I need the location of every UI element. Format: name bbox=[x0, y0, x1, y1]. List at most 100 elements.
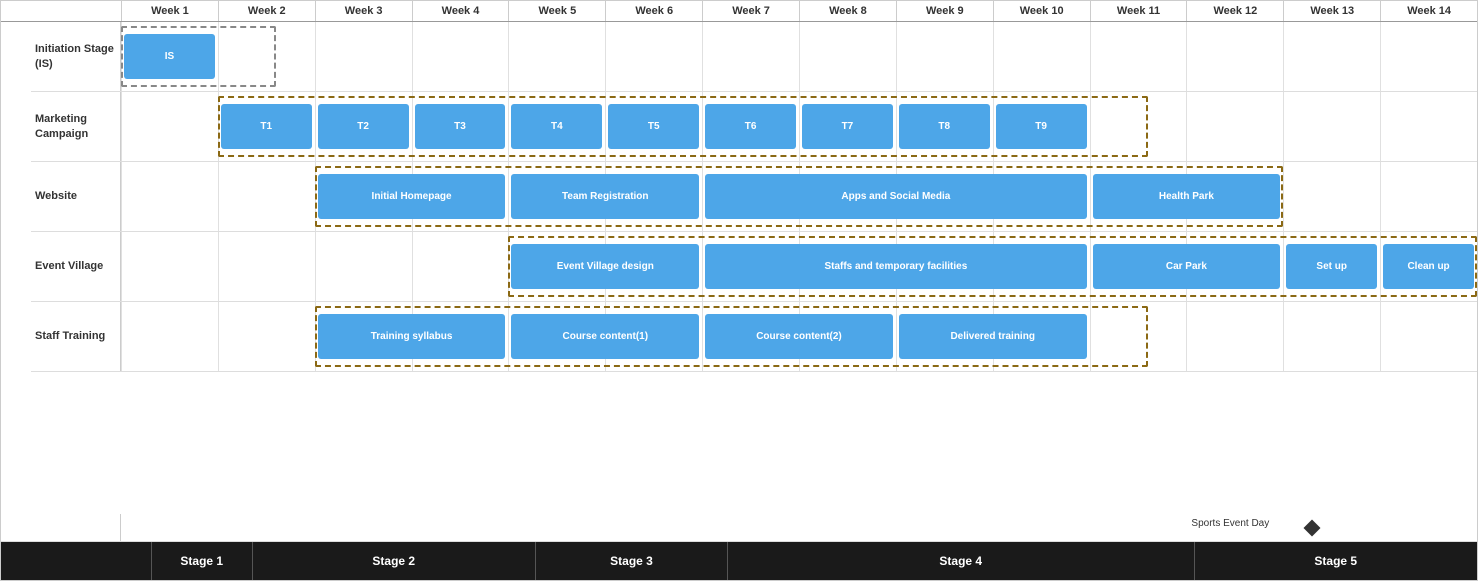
gantt-footer: Stage 1Stage 2Stage 3Stage 4Stage 5 bbox=[1, 542, 1477, 580]
row-label-stafftraining: Staff Training bbox=[31, 302, 121, 371]
grid-col-website-10 bbox=[993, 162, 1090, 231]
grid-col-website-7 bbox=[702, 162, 799, 231]
grid-col-initiation-14 bbox=[1380, 22, 1477, 91]
rows-container: Initiation Stage (IS)ISMarketing Campaig… bbox=[31, 22, 1477, 514]
grid-col-marketing-4 bbox=[412, 92, 509, 161]
grid-col-stafftraining-8 bbox=[799, 302, 896, 371]
workstreams-label bbox=[1, 22, 31, 514]
grid-col-stafftraining-4 bbox=[412, 302, 509, 371]
grid-col-eventvillage-9 bbox=[896, 232, 993, 301]
row-grid-marketing: T1T2T3T4T5T6T7T8T9 bbox=[121, 92, 1477, 161]
row-grid-eventvillage: Event Village designStaffs and temporary… bbox=[121, 232, 1477, 301]
week-header-10: Week 10 bbox=[993, 1, 1090, 21]
grid-col-marketing-11 bbox=[1090, 92, 1187, 161]
grid-col-eventvillage-12 bbox=[1186, 232, 1283, 301]
week-header-6: Week 6 bbox=[605, 1, 702, 21]
sports-event-label: Sports Event Day bbox=[1191, 518, 1269, 529]
grid-col-website-5 bbox=[508, 162, 605, 231]
gantt-header: Week 1Week 2Week 3Week 4Week 5Week 6Week… bbox=[1, 1, 1477, 22]
week-headers: Week 1Week 2Week 3Week 4Week 5Week 6Week… bbox=[121, 1, 1477, 21]
grid-col-marketing-10 bbox=[993, 92, 1090, 161]
grid-col-stafftraining-7 bbox=[702, 302, 799, 371]
grid-col-website-3 bbox=[315, 162, 412, 231]
week-header-9: Week 9 bbox=[896, 1, 993, 21]
grid-col-stafftraining-1 bbox=[121, 302, 218, 371]
row-grid-website: Initial HomepageTeam RegistrationApps an… bbox=[121, 162, 1477, 231]
gantt-body: Initiation Stage (IS)ISMarketing Campaig… bbox=[1, 22, 1477, 514]
grid-col-marketing-12 bbox=[1186, 92, 1283, 161]
grid-col-stafftraining-6 bbox=[605, 302, 702, 371]
grid-col-website-14 bbox=[1380, 162, 1477, 231]
stage-stage-5: Stage 5 bbox=[1194, 542, 1478, 580]
sports-label-space bbox=[31, 514, 121, 541]
grid-col-website-4 bbox=[412, 162, 509, 231]
grid-col-initiation-10 bbox=[993, 22, 1090, 91]
grid-col-eventvillage-7 bbox=[702, 232, 799, 301]
grid-col-marketing-9 bbox=[896, 92, 993, 161]
week-header-3: Week 3 bbox=[315, 1, 412, 21]
row-label-initiation: Initiation Stage (IS) bbox=[31, 22, 121, 91]
week-header-12: Week 12 bbox=[1186, 1, 1283, 21]
grid-col-marketing-1 bbox=[121, 92, 218, 161]
grid-col-eventvillage-4 bbox=[412, 232, 509, 301]
sports-event-diamond bbox=[1304, 520, 1321, 537]
row-initiation: Initiation Stage (IS)IS bbox=[31, 22, 1477, 92]
sports-event-row: Sports Event Day bbox=[1, 514, 1477, 542]
stage-stage-2: Stage 2 bbox=[252, 542, 536, 580]
grid-col-marketing-6 bbox=[605, 92, 702, 161]
grid-col-initiation-5 bbox=[508, 22, 605, 91]
grid-col-stafftraining-14 bbox=[1380, 302, 1477, 371]
grid-col-initiation-1 bbox=[121, 22, 218, 91]
grid-col-website-2 bbox=[218, 162, 315, 231]
grid-col-eventvillage-5 bbox=[508, 232, 605, 301]
stage-stage-1: Stage 1 bbox=[151, 542, 252, 580]
grid-col-marketing-7 bbox=[702, 92, 799, 161]
grid-col-stafftraining-11 bbox=[1090, 302, 1187, 371]
grid-col-eventvillage-1 bbox=[121, 232, 218, 301]
row-stafftraining: Staff TrainingTraining syllabusCourse co… bbox=[31, 302, 1477, 372]
grid-col-website-8 bbox=[799, 162, 896, 231]
week-header-11: Week 11 bbox=[1090, 1, 1187, 21]
row-label-eventvillage: Event Village bbox=[31, 232, 121, 301]
grid-col-website-13 bbox=[1283, 162, 1380, 231]
grid-col-stafftraining-3 bbox=[315, 302, 412, 371]
grid-col-website-11 bbox=[1090, 162, 1187, 231]
grid-col-marketing-13 bbox=[1283, 92, 1380, 161]
grid-col-eventvillage-2 bbox=[218, 232, 315, 301]
footer-label-space bbox=[31, 542, 151, 580]
grid-col-website-12 bbox=[1186, 162, 1283, 231]
stage-stage-3: Stage 3 bbox=[535, 542, 727, 580]
grid-col-initiation-13 bbox=[1283, 22, 1380, 91]
row-marketing: Marketing CampaignT1T2T3T4T5T6T7T8T9 bbox=[31, 92, 1477, 162]
header-label-spacer bbox=[1, 1, 121, 21]
gantt-chart: Week 1Week 2Week 3Week 4Week 5Week 6Week… bbox=[0, 0, 1478, 581]
week-header-13: Week 13 bbox=[1283, 1, 1380, 21]
grid-col-initiation-7 bbox=[702, 22, 799, 91]
grid-col-initiation-9 bbox=[896, 22, 993, 91]
grid-col-initiation-11 bbox=[1090, 22, 1187, 91]
grid-col-stafftraining-2 bbox=[218, 302, 315, 371]
grid-col-stafftraining-12 bbox=[1186, 302, 1283, 371]
grid-col-initiation-6 bbox=[605, 22, 702, 91]
row-website: WebsiteInitial HomepageTeam Registration… bbox=[31, 162, 1477, 232]
week-header-2: Week 2 bbox=[218, 1, 315, 21]
week-header-8: Week 8 bbox=[799, 1, 896, 21]
stage-stage-4: Stage 4 bbox=[727, 542, 1194, 580]
grid-col-website-6 bbox=[605, 162, 702, 231]
sports-left-space bbox=[1, 514, 31, 541]
week-header-14: Week 14 bbox=[1380, 1, 1477, 21]
footer-stages: Stage 1Stage 2Stage 3Stage 4Stage 5 bbox=[151, 542, 1477, 580]
grid-col-initiation-3 bbox=[315, 22, 412, 91]
grid-col-eventvillage-13 bbox=[1283, 232, 1380, 301]
grid-col-stafftraining-10 bbox=[993, 302, 1090, 371]
grid-col-eventvillage-11 bbox=[1090, 232, 1187, 301]
grid-col-initiation-4 bbox=[412, 22, 509, 91]
grid-col-eventvillage-6 bbox=[605, 232, 702, 301]
grid-col-initiation-12 bbox=[1186, 22, 1283, 91]
grid-col-website-1 bbox=[121, 162, 218, 231]
grid-col-website-9 bbox=[896, 162, 993, 231]
grid-col-eventvillage-14 bbox=[1380, 232, 1477, 301]
sports-grid: Sports Event Day bbox=[121, 514, 1477, 541]
row-label-marketing: Marketing Campaign bbox=[31, 92, 121, 161]
row-grid-initiation: IS bbox=[121, 22, 1477, 91]
